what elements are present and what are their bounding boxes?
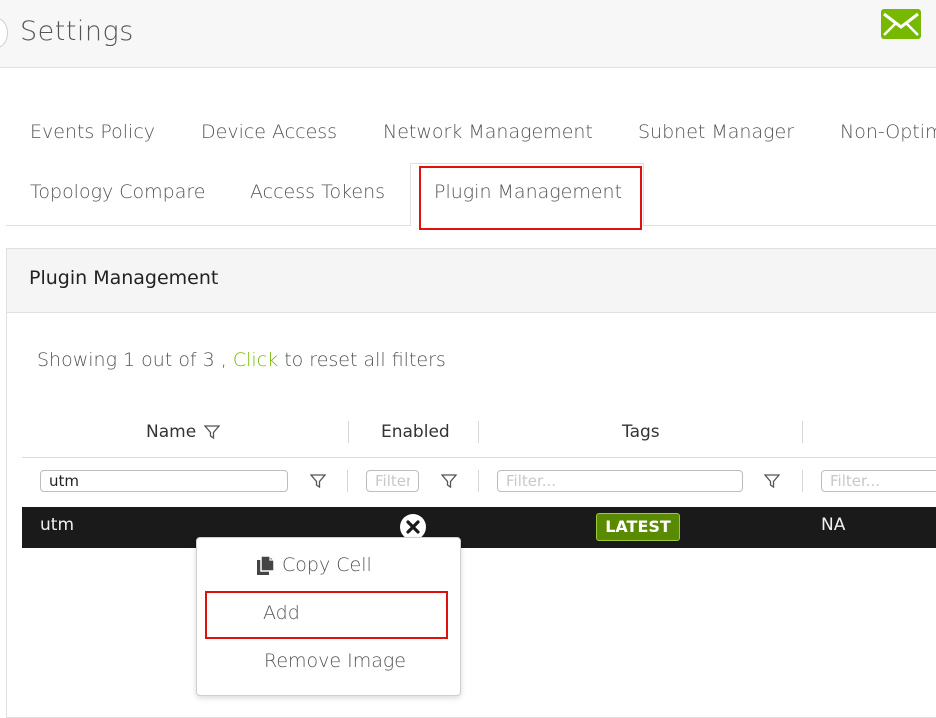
tab-topology-compare[interactable]: Topology Compare <box>30 181 205 203</box>
menu-toggle-button[interactable] <box>0 18 8 48</box>
column-header-name[interactable]: Name <box>146 422 196 442</box>
tags-filter-input[interactable] <box>497 470 743 492</box>
mail-icon[interactable] <box>880 8 922 40</box>
menu-item-copy-cell[interactable]: Copy Cell <box>282 554 372 576</box>
filter-separator <box>802 470 803 492</box>
column-header-enabled[interactable]: Enabled <box>381 422 450 442</box>
panel-title: Plugin Management <box>29 267 219 289</box>
page-header: Settings <box>0 0 936 68</box>
row-extra-cell[interactable]: NA <box>821 515 845 535</box>
tab-device-access[interactable]: Device Access <box>201 121 337 143</box>
filter-separator <box>347 470 348 492</box>
column-header-tags[interactable]: Tags <box>622 422 660 442</box>
header-divider <box>22 457 936 458</box>
tab-access-tokens[interactable]: Access Tokens <box>250 181 385 203</box>
tab-non-optimal[interactable]: Non-Optim <box>840 121 936 143</box>
enabled-filter-input[interactable] <box>366 470 419 492</box>
latest-tag-badge: LATEST <box>596 513 680 541</box>
panel-header: Plugin Management <box>7 249 936 313</box>
add-highlight-box <box>205 591 448 639</box>
tab-network-management[interactable]: Network Management <box>383 121 593 143</box>
showing-count-text: Showing 1 out of 3 , <box>37 349 233 371</box>
table-row[interactable] <box>22 507 936 548</box>
filter-status-text: Showing 1 out of 3 , Click to reset all … <box>37 349 446 371</box>
tab-events-policy[interactable]: Events Policy <box>30 121 155 143</box>
column-separator[interactable] <box>802 421 803 443</box>
name-filter-icon[interactable] <box>310 473 326 489</box>
page-title: Settings <box>20 16 134 47</box>
column-separator[interactable] <box>478 421 479 443</box>
copy-icon <box>257 555 275 575</box>
tags-filter-icon[interactable] <box>764 473 780 489</box>
showing-suffix-text: to reset all filters <box>278 349 446 371</box>
enabled-filter-icon[interactable] <box>441 473 457 489</box>
menu-item-remove-image[interactable]: Remove Image <box>264 650 406 672</box>
tab-subnet-manager[interactable]: Subnet Manager <box>638 121 794 143</box>
tab-highlight-box <box>419 166 642 230</box>
reset-filters-link[interactable]: Click <box>233 349 278 371</box>
name-column-filter-icon[interactable] <box>204 424 220 440</box>
column-separator[interactable] <box>348 421 349 443</box>
filter-separator <box>478 470 479 492</box>
fourth-column-filter-input[interactable] <box>821 470 936 492</box>
row-name-cell[interactable]: utm <box>40 515 74 535</box>
name-filter-input[interactable] <box>40 470 288 492</box>
